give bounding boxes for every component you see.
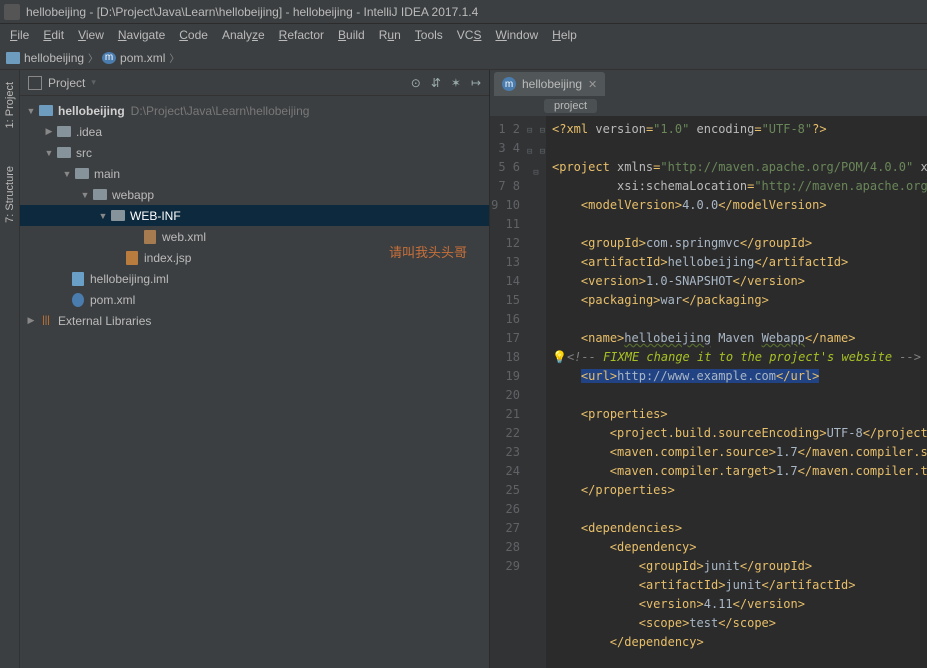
menu-help[interactable]: Help: [546, 26, 583, 44]
menu-window[interactable]: Window: [489, 26, 544, 44]
menu-file[interactable]: File: [4, 26, 35, 44]
code-content[interactable]: <?xml version="1.0" encoding="UTF-8"?> <…: [546, 116, 927, 668]
folder-icon: [93, 189, 107, 200]
tree-label: hellobeijing: [58, 104, 125, 118]
breadcrumb-file[interactable]: pom.xml: [120, 51, 165, 65]
tree-node-webapp[interactable]: ▼ webapp: [20, 184, 489, 205]
menu-view[interactable]: View: [72, 26, 110, 44]
project-tree[interactable]: ▼ hellobeijing D:\Project\Java\Learn\hel…: [20, 96, 489, 668]
project-panel: Project ▾ ⊙ ⇵ ✶ ↦ ▼ hellobeijing D:\Proj…: [20, 70, 490, 668]
title-bar: hellobeijing - [D:\Project\Java\Learn\he…: [0, 0, 927, 24]
fold-gutter[interactable]: ⊟ ⊟ ⊟ ⊟ ⊟: [526, 116, 546, 668]
chevron-down-icon[interactable]: ▼: [60, 169, 74, 179]
maven-icon: m: [102, 52, 116, 64]
tree-node-iml[interactable]: hellobeijing.iml: [20, 268, 489, 289]
editor-area: m hellobeijing ✕ project 1 2 3 4 5 6 7 8…: [490, 70, 927, 668]
tree-label: pom.xml: [90, 293, 135, 307]
folder-icon: [75, 168, 89, 179]
tree-label: web.xml: [162, 230, 206, 244]
tree-node-src[interactable]: ▼ src: [20, 142, 489, 163]
chevron-right-icon: 〉: [169, 50, 179, 65]
gear-icon[interactable]: ✶: [451, 76, 461, 90]
iml-file-icon: [72, 272, 84, 286]
folder-icon: [57, 147, 71, 158]
tree-node-main[interactable]: ▼ main: [20, 163, 489, 184]
tree-label: External Libraries: [58, 314, 151, 328]
menu-code[interactable]: Code: [173, 26, 214, 44]
menu-edit[interactable]: Edit: [37, 26, 70, 44]
folder-icon: [111, 210, 125, 221]
collapse-icon[interactable]: ⇵: [431, 76, 441, 90]
tree-root[interactable]: ▼ hellobeijing D:\Project\Java\Learn\hel…: [20, 100, 489, 121]
folder-icon: [57, 126, 71, 137]
chevron-down-icon[interactable]: ▼: [42, 148, 56, 158]
app-icon: [4, 4, 20, 20]
maven-icon: [72, 293, 84, 307]
menu-bar[interactable]: File Edit View Navigate Code Analyze Ref…: [0, 24, 927, 46]
tree-path: D:\Project\Java\Learn\hellobeijing: [131, 104, 310, 118]
dropdown-icon[interactable]: ▾: [91, 77, 96, 88]
panel-title: Project: [48, 76, 85, 90]
tree-label: src: [76, 146, 92, 160]
tree-label: WEB-INF: [130, 209, 181, 223]
menu-analyze[interactable]: Analyze: [216, 26, 271, 44]
tree-node-idea[interactable]: ▶ .idea: [20, 121, 489, 142]
chevron-right-icon: 〉: [88, 50, 98, 65]
close-icon[interactable]: ✕: [588, 78, 597, 91]
menu-tools[interactable]: Tools: [409, 26, 449, 44]
side-tab-project[interactable]: 1: Project: [2, 78, 18, 132]
target-icon[interactable]: ⊙: [411, 76, 421, 90]
tab-label: hellobeijing: [522, 77, 582, 91]
maven-icon: m: [502, 77, 516, 91]
tree-label: webapp: [112, 188, 154, 202]
editor-breadcrumb: project: [490, 96, 927, 116]
menu-refactor[interactable]: Refactor: [273, 26, 330, 44]
xml-file-icon: [144, 230, 156, 244]
tree-label: .idea: [76, 125, 102, 139]
editor-tab[interactable]: m hellobeijing ✕: [494, 72, 605, 96]
hide-icon[interactable]: ↦: [471, 76, 481, 90]
tree-node-pom[interactable]: pom.xml: [20, 289, 489, 310]
tree-label: index.jsp: [144, 251, 191, 265]
editor-tabs: m hellobeijing ✕: [490, 70, 927, 96]
folder-icon: [39, 105, 53, 116]
tree-node-ext-libs[interactable]: ▶ ||| External Libraries: [20, 310, 489, 331]
jsp-file-icon: [126, 251, 138, 265]
chevron-down-icon[interactable]: ▼: [78, 190, 92, 200]
menu-vcs[interactable]: VCS: [451, 26, 488, 44]
menu-run[interactable]: Run: [373, 26, 407, 44]
module-icon: [28, 76, 42, 90]
code-editor[interactable]: 1 2 3 4 5 6 7 8 9 10 11 12 13 14 15 16 1…: [490, 116, 927, 668]
chevron-right-icon[interactable]: ▶: [24, 315, 38, 326]
tree-label: main: [94, 167, 120, 181]
window-title: hellobeijing - [D:\Project\Java\Learn\he…: [26, 5, 478, 19]
menu-build[interactable]: Build: [332, 26, 371, 44]
chevron-down-icon[interactable]: ▼: [96, 211, 110, 221]
tree-node-webinf[interactable]: ▼ WEB-INF: [20, 205, 489, 226]
left-gutter: 1: Project 7: Structure: [0, 70, 20, 668]
crumb-tag[interactable]: project: [544, 99, 597, 113]
chevron-down-icon[interactable]: ▼: [24, 106, 38, 116]
chevron-right-icon[interactable]: ▶: [42, 126, 56, 137]
side-tab-structure[interactable]: 7: Structure: [2, 162, 18, 227]
tree-label: hellobeijing.iml: [90, 272, 169, 286]
watermark-text: 请叫我头头哥: [389, 242, 467, 261]
breadcrumb-root[interactable]: hellobeijing: [24, 51, 84, 65]
nav-breadcrumb: hellobeijing 〉 m pom.xml 〉: [0, 46, 927, 70]
menu-navigate[interactable]: Navigate: [112, 26, 171, 44]
line-numbers: 1 2 3 4 5 6 7 8 9 10 11 12 13 14 15 16 1…: [490, 116, 526, 668]
folder-icon: [6, 52, 20, 64]
